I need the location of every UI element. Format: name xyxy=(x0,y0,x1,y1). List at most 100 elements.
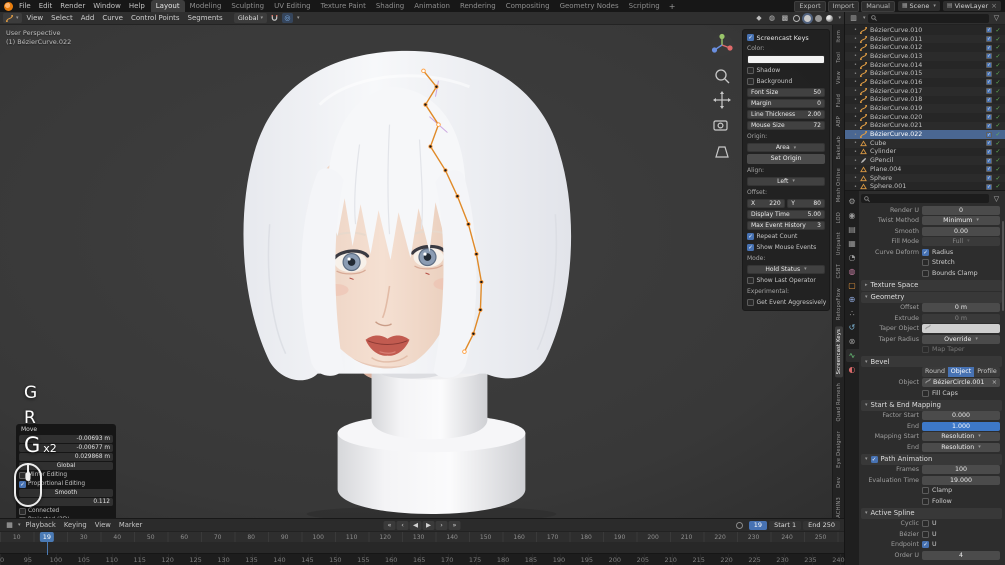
sidebar-tab-view[interactable]: View xyxy=(835,68,843,87)
previous-keyframe-button[interactable]: ‹ xyxy=(397,521,409,530)
timeline-track-area[interactable] xyxy=(0,542,844,553)
view-layer-selector[interactable]: ▤ViewLayer× xyxy=(943,1,1001,11)
checkbox-u[interactable]: U xyxy=(922,531,937,538)
offset-y-field[interactable]: Y80 xyxy=(787,199,825,208)
offset-x-field[interactable]: X220 xyxy=(747,199,785,208)
selectable-checkbox[interactable]: ✓ xyxy=(986,45,992,51)
proportional-editing-icon[interactable]: ◎ xyxy=(282,13,293,23)
next-keyframe-button[interactable]: › xyxy=(436,521,448,530)
render-visibility-check[interactable]: ✓ xyxy=(994,175,1002,182)
render-visibility-check[interactable]: ✓ xyxy=(994,62,1002,69)
sidebar-tab-fluid[interactable]: Fluid xyxy=(835,91,843,110)
shading-solid-icon[interactable] xyxy=(804,15,811,22)
object-field-object[interactable]: BézierCircle.001× xyxy=(922,378,1000,387)
segment-object[interactable]: Object xyxy=(948,367,974,377)
outliner-item-b-ziercurve-019[interactable]: •BézierCurve.019✓✓ xyxy=(845,104,1005,113)
workspace-tab-shading[interactable]: Shading xyxy=(371,0,409,12)
sidebar-tab-mesh-online[interactable]: Mesh Online xyxy=(835,165,843,205)
checkbox-radius[interactable]: ✓Radius xyxy=(922,249,953,256)
render-visibility-check[interactable]: ✓ xyxy=(994,36,1002,43)
button-set-origin[interactable]: Set Origin xyxy=(747,154,825,164)
segment-round[interactable]: Round xyxy=(922,367,948,377)
3d-viewport[interactable]: User Perspective (1) BézierCurve.022 xyxy=(0,25,832,518)
timeline-frame-band[interactable]: 9095100105110115120125130135140145150155… xyxy=(0,553,844,565)
field-factor-start[interactable]: 0.000 xyxy=(922,411,1000,420)
selectable-checkbox[interactable]: ✓ xyxy=(986,53,992,59)
auto-keying-toggle[interactable] xyxy=(736,522,743,529)
properties-tab-output[interactable]: ▤ xyxy=(846,223,859,236)
field-extrude[interactable]: 0 m xyxy=(922,314,1000,323)
dropdown-end[interactable]: Resolution▾ xyxy=(922,443,1000,452)
properties-tab-view-layer[interactable]: ▦ xyxy=(846,237,859,250)
outliner-item-b-ziercurve-014[interactable]: •BézierCurve.014✓✓ xyxy=(845,61,1005,70)
section-header-geometry[interactable]: ▾Geometry xyxy=(861,292,1002,303)
topbar-button-import[interactable]: Import xyxy=(828,1,860,12)
field-end[interactable]: 1.000 xyxy=(922,422,1000,431)
operator-row-connected[interactable]: Connected xyxy=(19,507,113,515)
shading-dropdown-icon[interactable]: ▾ xyxy=(838,15,841,21)
properties-tab-object[interactable]: ▢ xyxy=(846,279,859,292)
outliner-item-b-ziercurve-011[interactable]: •BézierCurve.011✓✓ xyxy=(845,35,1005,44)
pan-tool-icon[interactable] xyxy=(713,91,731,109)
play-reverse-button[interactable]: ◀ xyxy=(410,521,422,530)
workspace-tab-modeling[interactable]: Modeling xyxy=(185,0,227,12)
workspace-tab-layout[interactable]: Layout xyxy=(151,0,185,12)
selectable-checkbox[interactable]: ✓ xyxy=(986,36,992,42)
workspace-tab-geometry-nodes[interactable]: Geometry Nodes xyxy=(555,0,624,12)
outliner-item-b-ziercurve-012[interactable]: •BézierCurve.012✓✓ xyxy=(845,43,1005,52)
slider-mouse-size[interactable]: Mouse Size72 xyxy=(747,121,825,130)
object-field-taper-object[interactable] xyxy=(922,324,1000,333)
sidebar-tab-unipaint[interactable]: Unipaint xyxy=(835,229,843,258)
field-render-u[interactable]: 0 xyxy=(922,206,1000,215)
selectable-checkbox[interactable]: ✓ xyxy=(986,71,992,77)
transform-orientation-dropdown[interactable]: Global ▾ xyxy=(234,13,267,23)
render-visibility-check[interactable]: ✓ xyxy=(994,70,1002,77)
sidebar-tab-dev[interactable]: Dev xyxy=(835,474,843,491)
outliner-item-plane-004[interactable]: •Plane.004✓✓ xyxy=(845,165,1005,174)
checkbox-stretch[interactable]: Stretch xyxy=(922,259,955,266)
slider-display-time[interactable]: Display Time5.00 xyxy=(747,210,825,219)
shading-rendered-icon[interactable] xyxy=(826,15,833,22)
playhead[interactable]: 19 xyxy=(47,532,48,555)
field-evaluation-time[interactable]: 19.000 xyxy=(922,476,1000,485)
edit-mode-selector[interactable]: ▾ xyxy=(3,13,22,23)
section-checkbox[interactable]: ✓ xyxy=(871,456,878,463)
outliner-editor-icon[interactable]: ▥ xyxy=(848,13,859,23)
dropdown-hold-status[interactable]: Hold Status▾ xyxy=(747,265,825,274)
topbar-button-export[interactable]: Export xyxy=(794,1,825,12)
properties-tab-scene[interactable]: ◔ xyxy=(846,251,859,264)
properties-tab-object-data[interactable]: ∿ xyxy=(846,349,859,362)
render-visibility-check[interactable]: ✓ xyxy=(994,183,1002,190)
selectable-checkbox[interactable]: ✓ xyxy=(986,114,992,120)
checkbox-clamp[interactable]: Clamp xyxy=(922,487,952,494)
workspace-tab-texture-paint[interactable]: Texture Paint xyxy=(316,0,371,12)
perspective-toggle-icon[interactable] xyxy=(716,147,728,157)
editor-type-icon[interactable]: ▦ xyxy=(4,520,15,530)
selectable-checkbox[interactable]: ✓ xyxy=(986,166,992,172)
screencast-option-get-event-aggressively[interactable]: Get Event Aggressively xyxy=(747,298,825,308)
clear-icon[interactable]: × xyxy=(992,378,997,387)
sidebar-tab-csbt[interactable]: CSBT xyxy=(835,261,843,281)
screencast-option-shadow[interactable]: Shadow xyxy=(747,66,825,76)
section-header-path-animation[interactable]: ▾✓Path Animation xyxy=(861,454,1002,465)
menu-window[interactable]: Window xyxy=(89,0,125,12)
viewport-menu-curve[interactable]: Curve xyxy=(98,12,127,25)
outliner-item-b-ziercurve-020[interactable]: •BézierCurve.020✓✓ xyxy=(845,113,1005,122)
render-visibility-check[interactable]: ✓ xyxy=(994,166,1002,173)
screencast-option-show-last-operator[interactable]: Show Last Operator xyxy=(747,276,825,286)
shading-material-icon[interactable] xyxy=(815,15,822,22)
viewport-menu-control-points[interactable]: Control Points xyxy=(127,12,184,25)
timeline-ruler[interactable]: 19 1020304050607080901001101201301401501… xyxy=(0,531,844,542)
viewport-menu-add[interactable]: Add xyxy=(77,12,99,25)
workspace-tab-compositing[interactable]: Compositing xyxy=(501,0,555,12)
selectable-checkbox[interactable]: ✓ xyxy=(986,88,992,94)
screencast-option-background[interactable]: Background xyxy=(747,77,825,87)
outliner-item-cylinder[interactable]: •Cylinder✓✓ xyxy=(845,148,1005,157)
render-visibility-check[interactable]: ✓ xyxy=(994,88,1002,95)
selectable-checkbox[interactable]: ✓ xyxy=(986,175,992,181)
snap-magnet-icon[interactable] xyxy=(269,13,280,23)
dropdown-left[interactable]: Left▾ xyxy=(747,177,825,186)
overlays-icon[interactable]: ◍ xyxy=(766,13,777,23)
selectable-checkbox[interactable]: ✓ xyxy=(986,149,992,155)
menu-help[interactable]: Help xyxy=(125,0,149,12)
